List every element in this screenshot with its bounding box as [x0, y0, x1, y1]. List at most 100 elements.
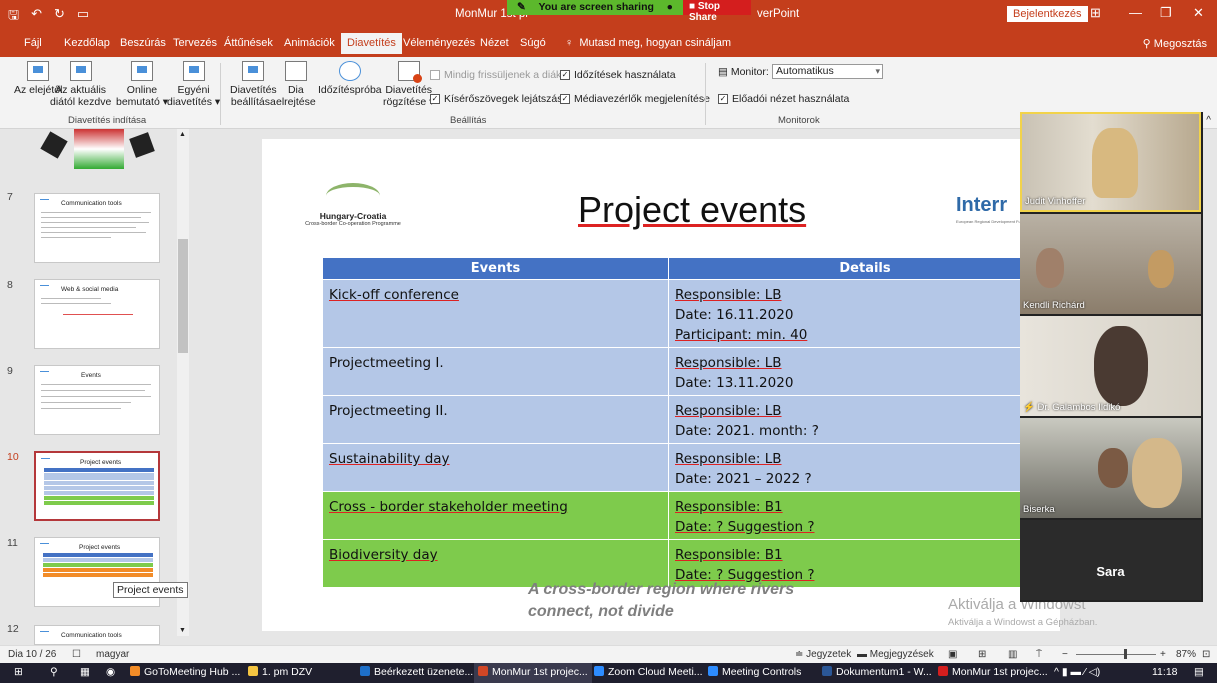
scrollbar-thumb[interactable]	[178, 239, 188, 353]
ribbon-display-icon[interactable]: ⊞	[1090, 5, 1101, 21]
share-button[interactable]: ⚲ Megosztás	[1143, 37, 1207, 50]
slide-thumbnail-10[interactable]: Project events	[34, 451, 160, 521]
taskbar-app-pdf[interactable]: MonMur 1st projec...	[934, 663, 1052, 683]
slide-sorter-icon[interactable]: ⊞	[978, 649, 986, 660]
tab-insert[interactable]: Beszúrás	[120, 37, 166, 49]
present-icon[interactable]: ▭	[77, 6, 89, 28]
video-tile[interactable]: ⚡ Dr. Galambos Ildikó	[1020, 316, 1201, 416]
close-icon[interactable]: ✕	[1193, 5, 1204, 21]
taskbar-app-gotomeeting[interactable]: GoToMeeting Hub ...	[126, 663, 244, 683]
muted-mic-icon: ⚡	[1023, 402, 1035, 413]
show-media-controls-checkbox[interactable]: ✓ Médiavezérlők megjelenítése	[560, 93, 710, 105]
thumb-logo	[40, 631, 49, 637]
taskbar-app-zoom[interactable]: Zoom Cloud Meeti...	[590, 663, 707, 683]
online-present-button[interactable]: Online bemutató ▾	[116, 61, 168, 108]
system-tray-icons[interactable]: ^ ▮ ▬ ⁄ ◁)	[1050, 663, 1104, 683]
login-button[interactable]: Bejelentkezés	[1007, 6, 1088, 22]
monitor-select[interactable]: Automatikus	[772, 64, 883, 79]
setup-slideshow-button[interactable]: Diavetítés beállítása	[230, 61, 277, 108]
reading-view-icon[interactable]: ▥	[1008, 649, 1017, 660]
taskbar-app-meeting-controls[interactable]: Meeting Controls	[704, 663, 805, 683]
zoom-in-icon[interactable]: +	[1160, 649, 1166, 660]
taskbar-app-powerpoint[interactable]: MonMur 1st projec...	[474, 663, 592, 683]
rehearse-timings-button[interactable]: Időzítéspróba	[318, 61, 382, 96]
language-indicator[interactable]: magyar	[96, 649, 129, 660]
tell-me-search[interactable]: ♀ Mutasd meg, hogyan csináljam	[565, 37, 731, 49]
slide-thumbnail-partial[interactable]	[34, 129, 160, 179]
video-tile[interactable]: Judit Vinhoffer	[1020, 112, 1201, 212]
comments-button[interactable]: ▬ Megjegyzések	[857, 649, 934, 660]
slide-thumbnail-8[interactable]: Web & social media	[34, 279, 160, 349]
save-icon[interactable]: 🖫	[8, 6, 19, 28]
search-icon[interactable]: ⚲	[46, 663, 62, 683]
task-view-icon[interactable]: ▦	[76, 663, 94, 683]
taskbar-app-outlook[interactable]: Beérkezett üzenete...	[356, 663, 477, 683]
slide-thumbnail-9[interactable]: Events	[34, 365, 160, 435]
use-timings-checkbox[interactable]: ✓ Időzítések használata	[560, 69, 676, 81]
play-narrations-checkbox[interactable]: ✓ Kísérőszövegek lejátszása	[430, 93, 568, 105]
participant-silhouette	[1036, 248, 1064, 288]
video-tile[interactable]: Kendli Richárd	[1020, 214, 1201, 314]
chrome-icon[interactable]: ◉	[102, 663, 119, 683]
video-tile-no-camera[interactable]: Sara	[1020, 520, 1201, 600]
from-current-button[interactable]: Az aktuális diától kezdve	[50, 61, 111, 108]
stop-share-button[interactable]: ■ Stop Share	[683, 0, 751, 23]
redo-icon[interactable]: ↻	[54, 6, 65, 28]
thumb-table-row	[44, 481, 154, 485]
slide-title[interactable]: Project events	[578, 189, 806, 231]
always-update-checkbox[interactable]: Mindig frissüljenek a diák	[430, 69, 561, 81]
tab-help[interactable]: Súgó	[520, 37, 546, 49]
spellcheck-icon[interactable]: ☐	[72, 649, 81, 660]
slide-canvas[interactable]: Hungary-Croatia Cross-border Co-operatio…	[262, 139, 1060, 631]
events-table[interactable]: Events Details Kick-off conference Respo…	[322, 257, 1060, 588]
zoom-slider-thumb[interactable]	[1124, 649, 1127, 659]
tab-file[interactable]: Fájl	[24, 37, 42, 49]
participant-silhouette	[1094, 326, 1148, 406]
minimize-icon[interactable]: —	[1129, 5, 1142, 20]
zoom-level[interactable]: 87%	[1176, 649, 1196, 660]
taskbar-app-folder[interactable]: 1. pm DZV	[244, 663, 316, 683]
logo-arc	[326, 183, 380, 209]
notifications-icon[interactable]: ▤	[1190, 663, 1208, 683]
restore-icon[interactable]: ❐	[1160, 5, 1172, 21]
clock[interactable]: 11:18	[1148, 663, 1182, 683]
presenter-view-checkbox[interactable]: ✓ Előadói nézet használata	[718, 93, 849, 105]
hide-slide-button[interactable]: Dia elrejtése	[276, 61, 316, 108]
tab-home[interactable]: Kezdőlap	[64, 37, 110, 49]
custom-slideshow-button[interactable]: Egyéni diavetítés ▾	[167, 61, 220, 108]
record-slideshow-button[interactable]: Diavetítés rögzítése ▾	[383, 61, 434, 108]
collapse-ribbon-icon[interactable]: ^	[1206, 115, 1211, 126]
table-row: Projectmeeting II. Responsible: LB Date:…	[322, 395, 1060, 444]
share-grip-icon[interactable]: ✎	[517, 1, 526, 14]
custom-show-icon	[182, 61, 205, 81]
tab-slideshow[interactable]: Diavetítés	[341, 33, 402, 54]
monitor-icon: ▤	[718, 66, 728, 78]
thumb-number: 7	[7, 191, 13, 203]
normal-view-icon[interactable]: ▣	[948, 649, 957, 660]
status-bar: Dia 10 / 26 ☐ magyar ≐ Jegyzetek ▬ Megje…	[0, 645, 1217, 663]
thumbnail-scrollbar[interactable]: ▲ ▼	[177, 129, 189, 636]
undo-icon[interactable]: ↶	[31, 6, 42, 28]
notes-button[interactable]: ≐ Jegyzetek	[795, 649, 851, 660]
details-cell: Responsible: LB Date: 2021 – 2022 ?	[668, 443, 1060, 492]
slideshow-view-icon[interactable]: ⍑	[1036, 649, 1042, 660]
taskbar-app-word[interactable]: Dokumentum1 - W...	[818, 663, 936, 683]
tab-view[interactable]: Nézet	[480, 37, 509, 49]
participant-silhouette	[1092, 128, 1138, 198]
thumb-number: 8	[7, 279, 13, 291]
scroll-down-icon[interactable]: ▼	[179, 627, 186, 634]
tab-animations[interactable]: Animációk	[284, 37, 335, 49]
start-icon[interactable]: ⊞	[10, 663, 27, 683]
thumb-text-line	[41, 237, 111, 238]
video-tile[interactable]: Biserka	[1020, 418, 1201, 518]
tab-transitions[interactable]: Áttűnések	[224, 37, 273, 49]
divider	[705, 63, 706, 125]
zoom-slider[interactable]	[1076, 654, 1156, 655]
tab-design[interactable]: Tervezés	[173, 37, 217, 49]
scroll-up-icon[interactable]: ▲	[179, 131, 186, 138]
tab-review[interactable]: Véleményezés	[403, 37, 475, 49]
fit-slide-icon[interactable]: ⊡	[1202, 649, 1210, 660]
slide-thumbnail-12[interactable]: Communication tools	[34, 625, 160, 645]
slide-thumbnail-7[interactable]: Communication tools	[34, 193, 160, 263]
zoom-out-icon[interactable]: −	[1062, 649, 1068, 660]
